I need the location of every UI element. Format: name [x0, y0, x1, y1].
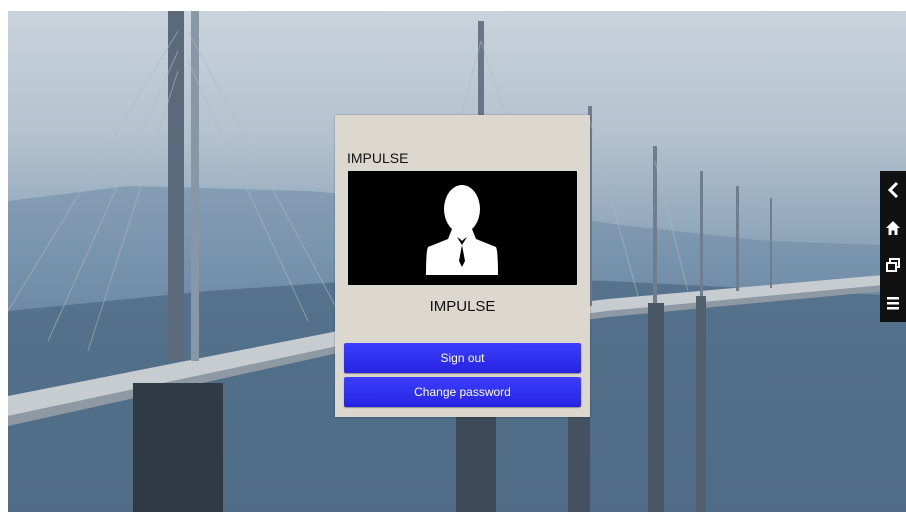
sign-out-button[interactable]: Sign out: [344, 343, 581, 373]
home-icon[interactable]: [880, 209, 906, 247]
avatar: [348, 171, 577, 285]
window-switch-icon[interactable]: [880, 247, 906, 285]
side-nav: [880, 171, 906, 322]
user-silhouette-icon: [426, 185, 498, 275]
change-password-button[interactable]: Change password: [344, 377, 581, 407]
user-panel: IMPULSE IMPULSE Sign out Change password: [335, 115, 590, 417]
user-name: IMPULSE: [429, 298, 496, 315]
panel-title: IMPULSE: [347, 150, 409, 166]
back-chevron-icon[interactable]: [880, 171, 906, 209]
menu-icon[interactable]: [880, 284, 906, 322]
